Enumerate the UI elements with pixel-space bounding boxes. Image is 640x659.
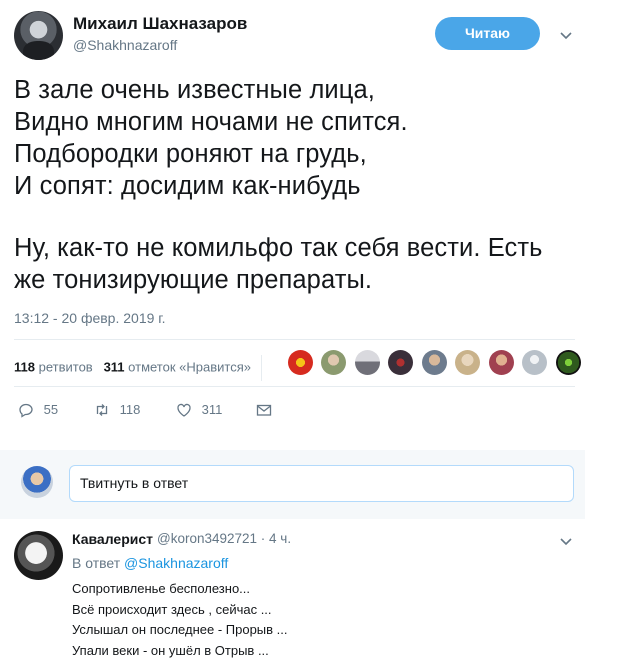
reply-text: Сопротивленье бесполезно... Всё происход…: [72, 579, 288, 659]
reply-input[interactable]: Твитнуть в ответ: [69, 465, 574, 502]
reply-composer: Твитнуть в ответ: [0, 450, 585, 519]
reply-to: В ответ @Shakhnazaroff: [72, 555, 228, 571]
heart-icon: [177, 403, 191, 417]
liker-avatar[interactable]: [354, 350, 380, 375]
liker-avatar[interactable]: [555, 350, 581, 375]
likes-label: отметок «Нравится»: [128, 359, 251, 375]
reply-line: Услышал он последнее - Прорыв ...: [72, 622, 288, 637]
likes-count: 311: [103, 359, 125, 375]
tweet-line: И сопят: досидим как-нибудь: [14, 172, 361, 200]
author-name[interactable]: Михаил Шахназаров: [73, 14, 247, 34]
liker-avatar[interactable]: [321, 350, 347, 375]
tweet-line: Подбородки роняют на грудь,: [14, 140, 367, 168]
liker-avatar[interactable]: [488, 350, 514, 375]
envelope-icon: [256, 404, 272, 416]
retweets-label: ретвитов: [38, 359, 93, 375]
retweets-stat[interactable]: 118 ретвитов: [14, 359, 93, 374]
reply-line: Сопротивленье бесполезно...: [72, 581, 251, 596]
liker-avatar[interactable]: [388, 350, 414, 375]
retweet-icon: [96, 403, 108, 416]
liker-avatar[interactable]: [455, 350, 481, 375]
divider: [14, 386, 575, 387]
liker-avatar[interactable]: [522, 350, 548, 375]
reply-count: 55: [43, 402, 59, 418]
current-user-avatar: [21, 466, 53, 498]
reply-author-name[interactable]: Кавалерист: [72, 531, 153, 547]
likes-stat[interactable]: 311 отметок «Нравится»: [104, 359, 251, 374]
direct-message-action[interactable]: [256, 401, 272, 421]
reply-meta[interactable]: @koron3492721 · 4 ч.: [157, 531, 291, 546]
chevron-down-icon[interactable]: [559, 534, 573, 548]
reply-line: Упали веки - он ушёл в Отрыв ...: [72, 642, 269, 658]
like-action[interactable]: 311: [176, 401, 222, 421]
divider: [14, 339, 575, 340]
chevron-down-icon[interactable]: [559, 28, 573, 42]
reply-icon: [19, 403, 33, 418]
reply-to-handle-link[interactable]: @Shakhnazaroff: [124, 555, 228, 571]
tweet-line: Видно многим ночами не спится.: [14, 108, 408, 136]
follow-button[interactable]: Читаю: [435, 17, 540, 50]
liker-avatar[interactable]: [421, 350, 447, 375]
tweet-text: В зале очень известные лица, Видно многи…: [14, 74, 579, 296]
reply-action[interactable]: 55: [18, 401, 58, 421]
reply-author-avatar[interactable]: [14, 531, 63, 580]
stats-separator: [260, 355, 262, 381]
author-avatar[interactable]: [14, 11, 63, 60]
retweet-count: 118: [119, 402, 141, 418]
retweets-count: 118: [14, 359, 35, 375]
tweet-line: В зале очень известные лица,: [14, 76, 375, 104]
tweet-line: Ну, как-то не комильфо так себя вести. Е…: [14, 234, 543, 262]
tweet-stats: 118 ретвитов 311 отметок «Нравится»: [14, 355, 262, 381]
reply-line: Всё происходит здесь , сейчас ...: [72, 601, 272, 617]
liker-avatar[interactable]: [288, 350, 313, 375]
tweet-line: же тонизирующие препараты.: [14, 266, 373, 294]
author-handle[interactable]: @Shakhnazaroff: [73, 37, 177, 53]
like-count: 311: [201, 402, 223, 418]
retweet-action[interactable]: 118: [94, 401, 140, 421]
tweet-timestamp[interactable]: 13:12 - 20 февр. 2019 г.: [14, 310, 166, 326]
reply-to-prefix: В ответ: [72, 555, 121, 571]
likers-avatars: [288, 350, 585, 378]
